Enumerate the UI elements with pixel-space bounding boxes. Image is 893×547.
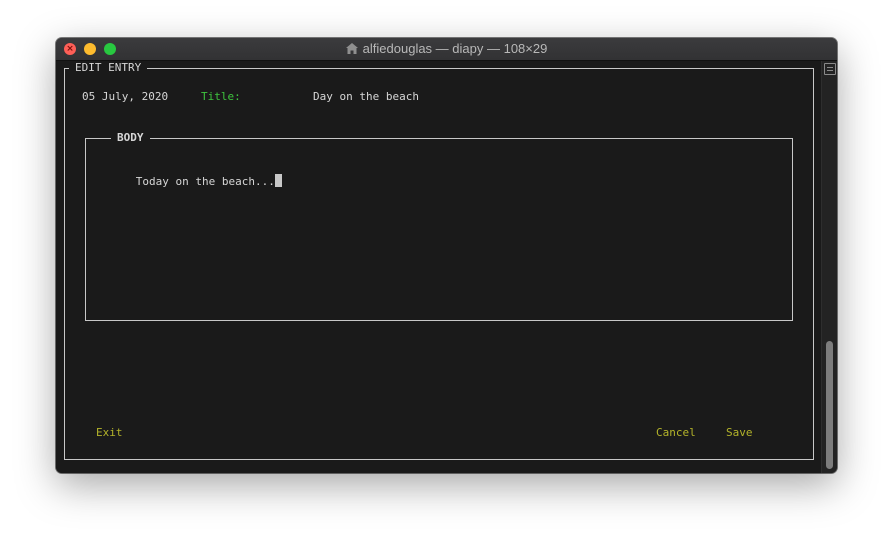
vertical-scrollbar[interactable] — [821, 61, 837, 473]
terminal-window: × alfiedouglas — diapy — 108×29 EDIT ENT… — [56, 38, 837, 473]
window-title-area: alfiedouglas — diapy — 108×29 — [56, 38, 837, 60]
body-text-area[interactable]: Today on the beach... — [96, 160, 282, 203]
window-title: alfiedouglas — diapy — 108×29 — [362, 41, 548, 56]
title-field[interactable]: Day on the beach — [313, 90, 419, 104]
title-label: Title: — [201, 90, 241, 103]
save-button[interactable]: Save — [726, 426, 753, 440]
exit-button[interactable]: Exit — [96, 426, 123, 440]
home-folder-icon — [345, 43, 358, 54]
body-text: Today on the beach... — [135, 175, 275, 188]
edit-entry-label: EDIT ENTRY — [69, 62, 148, 74]
text-cursor — [274, 174, 282, 187]
body-label: BODY — [111, 132, 150, 144]
entry-date: 05 July, 2020 — [82, 90, 169, 103]
cancel-button[interactable]: Cancel — [656, 426, 696, 440]
scrollbar-menu-icon[interactable] — [824, 63, 836, 75]
scrollbar-thumb[interactable] — [826, 341, 833, 469]
terminal-content[interactable]: EDIT ENTRY 05 July, 2020 Title: Day on t… — [56, 61, 821, 473]
title-bar: × alfiedouglas — diapy — 108×29 — [56, 38, 837, 61]
